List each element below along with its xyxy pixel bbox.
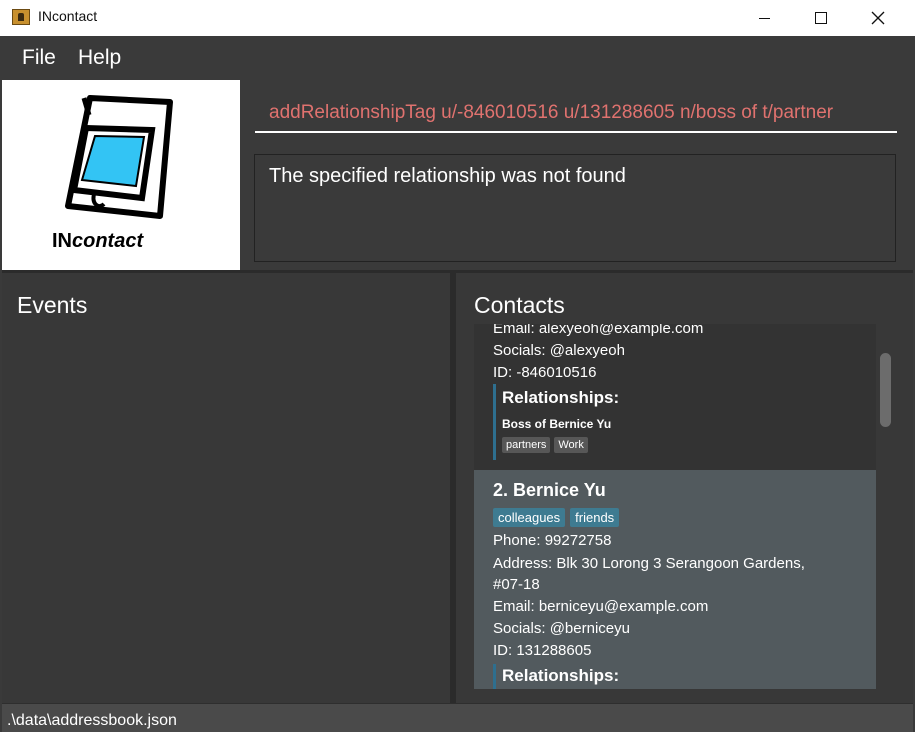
events-title: Events — [17, 292, 88, 318]
contact-email: Email: berniceyu@example.com — [493, 598, 709, 615]
relationships-title: Relationships: — [502, 666, 620, 685]
events-panel: Events — [2, 273, 450, 703]
relationship-tags: partners Work — [502, 437, 619, 453]
scrollbar-thumb[interactable] — [880, 353, 891, 427]
contact-socials: Socials: @alexyeoh — [493, 342, 625, 359]
contact-socials: Socials: @berniceyu — [493, 620, 630, 637]
address-book-icon — [12, 9, 30, 25]
contact-id: ID: 131288605 — [493, 642, 592, 659]
menu-help[interactable]: Help — [78, 46, 121, 70]
logo-text-prefix: IN — [52, 230, 72, 252]
relationship-tag: partners — [502, 437, 551, 453]
minimize-button[interactable] — [735, 0, 793, 36]
logo-text: INcontact — [52, 230, 143, 253]
result-display: The specified relationship was not found — [254, 154, 896, 262]
phone-icon — [65, 95, 173, 219]
contact-tag: colleagues — [493, 508, 566, 527]
save-location: .\data\addressbook.json — [7, 712, 177, 729]
menu-bar: File Help — [2, 36, 913, 80]
contact-name: 2. Bernice Yu — [493, 480, 606, 500]
window-title: INcontact — [38, 8, 98, 24]
contacts-scrollbar[interactable] — [876, 324, 894, 689]
contact-id: ID: -846010516 — [493, 364, 597, 381]
contact-tags: colleagues friends — [493, 508, 620, 527]
close-button[interactable] — [849, 0, 907, 36]
contact-card-selected[interactable]: 2. Bernice Yu colleagues friends Phone: … — [474, 470, 876, 689]
contact-tag: friends — [570, 508, 620, 527]
relationship-entry: Boss of Bernice Yu — [502, 417, 612, 431]
result-message: The specified relationship was not found — [269, 165, 626, 187]
status-bar: .\data\addressbook.json — [2, 703, 913, 732]
contacts-list[interactable]: Email: alexyeoh@example.com Socials: @al… — [474, 324, 876, 689]
contact-address: Address: Blk 30 Lorong 3 Serangoon Garde… — [493, 555, 805, 572]
maximize-icon — [815, 12, 827, 24]
contact-phone: Phone: 99272758 — [493, 532, 612, 549]
contacts-title: Contacts — [474, 292, 565, 318]
maximize-button[interactable] — [792, 0, 850, 36]
relationships-section: Relationships: — [493, 664, 619, 689]
contact-card[interactable]: Email: alexyeoh@example.com Socials: @al… — [474, 324, 876, 470]
close-icon — [871, 11, 885, 25]
minimize-icon — [758, 17, 770, 19]
menu-file[interactable]: File — [22, 46, 56, 70]
logo-text-suffix: contact — [72, 230, 144, 252]
relationships-section: Relationships: Boss of Bernice Yu partne… — [493, 384, 619, 460]
app-logo: INcontact — [2, 80, 240, 270]
relationship-tag: Work — [554, 437, 588, 453]
command-input[interactable] — [255, 95, 897, 133]
contact-address-cont: #07-18 — [493, 576, 540, 593]
relationships-title: Relationships: — [502, 388, 620, 407]
contact-email: Email: alexyeoh@example.com — [493, 324, 704, 337]
window-titlebar: INcontact — [0, 0, 915, 36]
